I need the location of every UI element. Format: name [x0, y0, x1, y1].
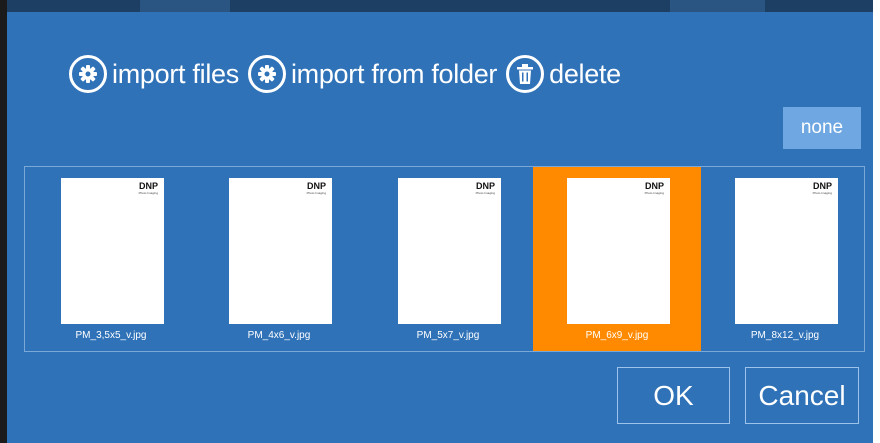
file-thumbnail[interactable]: DNP Photo Imaging PM_8x12_v.jpg — [701, 167, 869, 351]
print-preview: DNP Photo Imaging — [735, 178, 838, 324]
print-preview: DNP Photo Imaging — [567, 178, 670, 324]
file-name: PM_4x6_v.jpg — [247, 330, 311, 341]
gear-icon — [69, 55, 107, 93]
window-right-edge — [873, 0, 880, 443]
import-files-button[interactable]: import files — [69, 55, 239, 93]
delete-button[interactable]: delete — [506, 55, 621, 93]
cancel-button[interactable]: Cancel — [745, 367, 859, 424]
gear-icon — [247, 55, 286, 93]
background-segment — [670, 0, 765, 12]
file-name: PM_3,5x5_v.jpg — [75, 330, 147, 341]
file-thumbnail[interactable]: DNP Photo Imaging PM_4x6_v.jpg — [195, 167, 363, 351]
dnp-logo: DNP Photo Imaging — [306, 181, 326, 196]
import-files-label: import files — [112, 58, 239, 89]
trash-icon — [506, 55, 545, 93]
file-name: PM_6x9_v.jpg — [585, 330, 649, 341]
file-picker-dialog: import files import from folder delete n… — [7, 12, 873, 443]
window-left-edge — [0, 0, 7, 443]
file-thumbnail[interactable]: DNP Photo Imaging PM_3,5x5_v.jpg — [27, 167, 195, 351]
dnp-logo: DNP Photo Imaging — [644, 181, 664, 196]
dnp-logo: DNP Photo Imaging — [475, 181, 495, 196]
background-segment — [140, 0, 230, 12]
file-thumbnail-selected[interactable]: DNP Photo Imaging PM_6x9_v.jpg — [533, 167, 701, 351]
print-preview: DNP Photo Imaging — [398, 178, 501, 324]
dnp-logo: DNP Photo Imaging — [812, 181, 832, 196]
delete-label: delete — [549, 58, 621, 89]
import-from-folder-label: import from folder — [290, 58, 498, 89]
file-name: PM_8x12_v.jpg — [750, 330, 820, 341]
file-thumbnail[interactable]: DNP Photo Imaging PM_5x7_v.jpg — [364, 167, 532, 351]
background-window-strip — [0, 0, 880, 12]
ok-button[interactable]: OK — [617, 367, 730, 424]
file-gallery: DNP Photo Imaging PM_3,5x5_v.jpg DNP Pho… — [24, 166, 865, 352]
print-preview: DNP Photo Imaging — [61, 178, 164, 324]
dnp-logo: DNP Photo Imaging — [138, 181, 158, 196]
select-none-button[interactable]: none — [783, 107, 861, 149]
toolbar: import files import from folder delete — [69, 50, 630, 98]
print-preview: DNP Photo Imaging — [229, 178, 332, 324]
file-name: PM_5x7_v.jpg — [416, 330, 480, 341]
import-from-folder-button[interactable]: import from folder — [247, 55, 498, 93]
